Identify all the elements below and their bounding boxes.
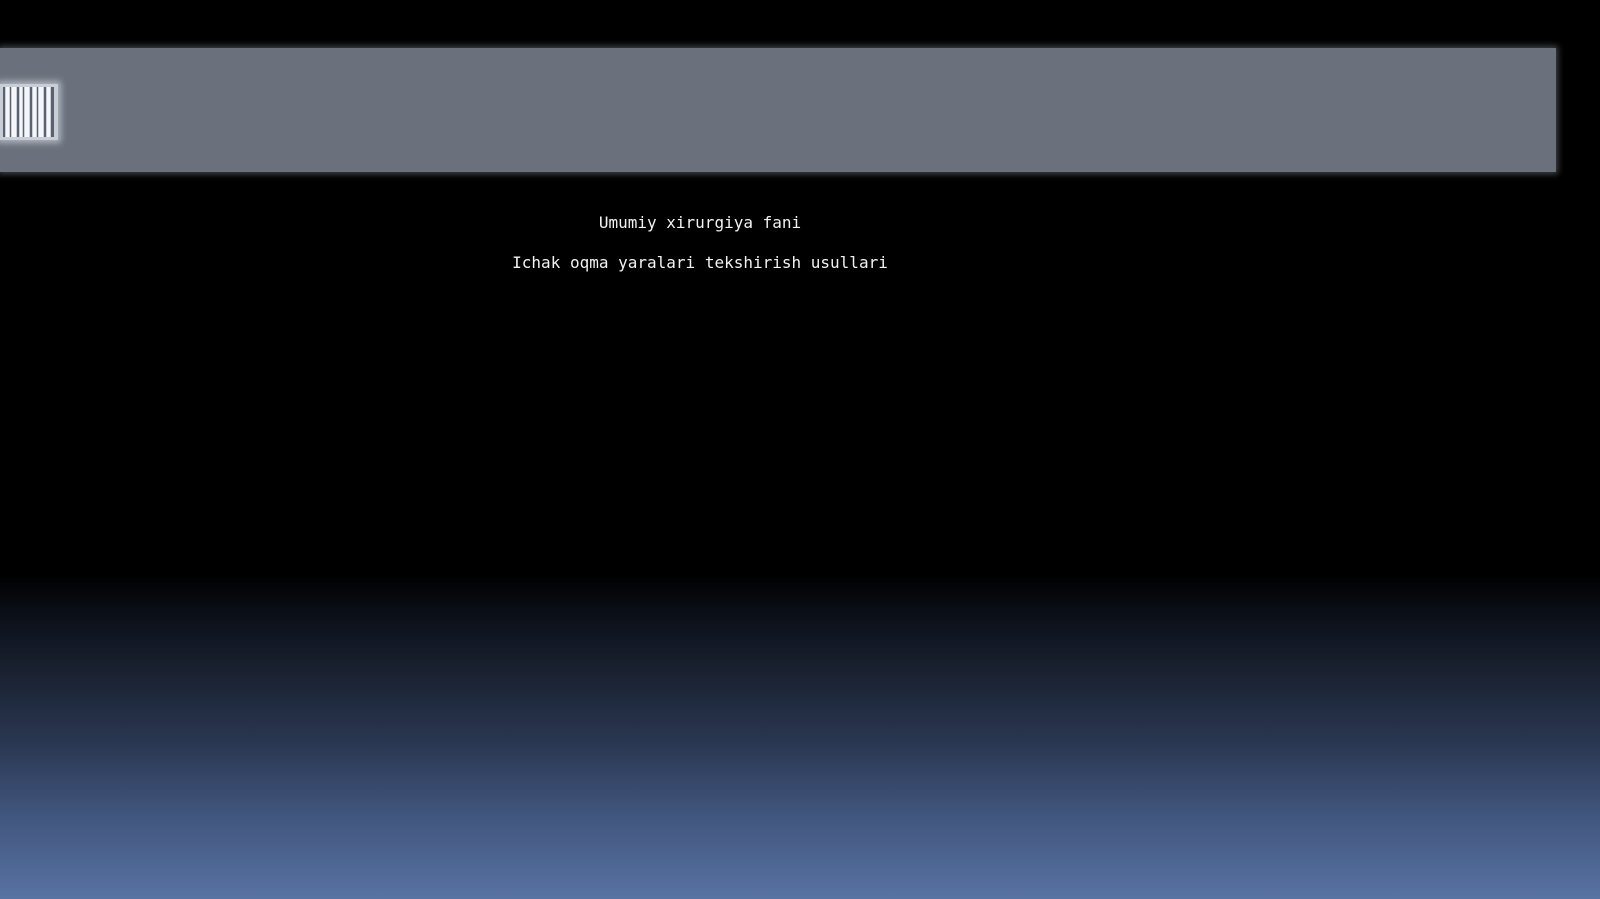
header-band xyxy=(0,48,1556,172)
slide-subject-title: Umumiy xirurgiya fani xyxy=(598,213,802,232)
slide-topic-title: Ichak oqma yaralari tekshirish usullari xyxy=(512,253,888,272)
slide: Umumiy xirurgiya fani Ichak oqma yaralar… xyxy=(0,0,1600,899)
barcode-icon xyxy=(0,84,58,140)
